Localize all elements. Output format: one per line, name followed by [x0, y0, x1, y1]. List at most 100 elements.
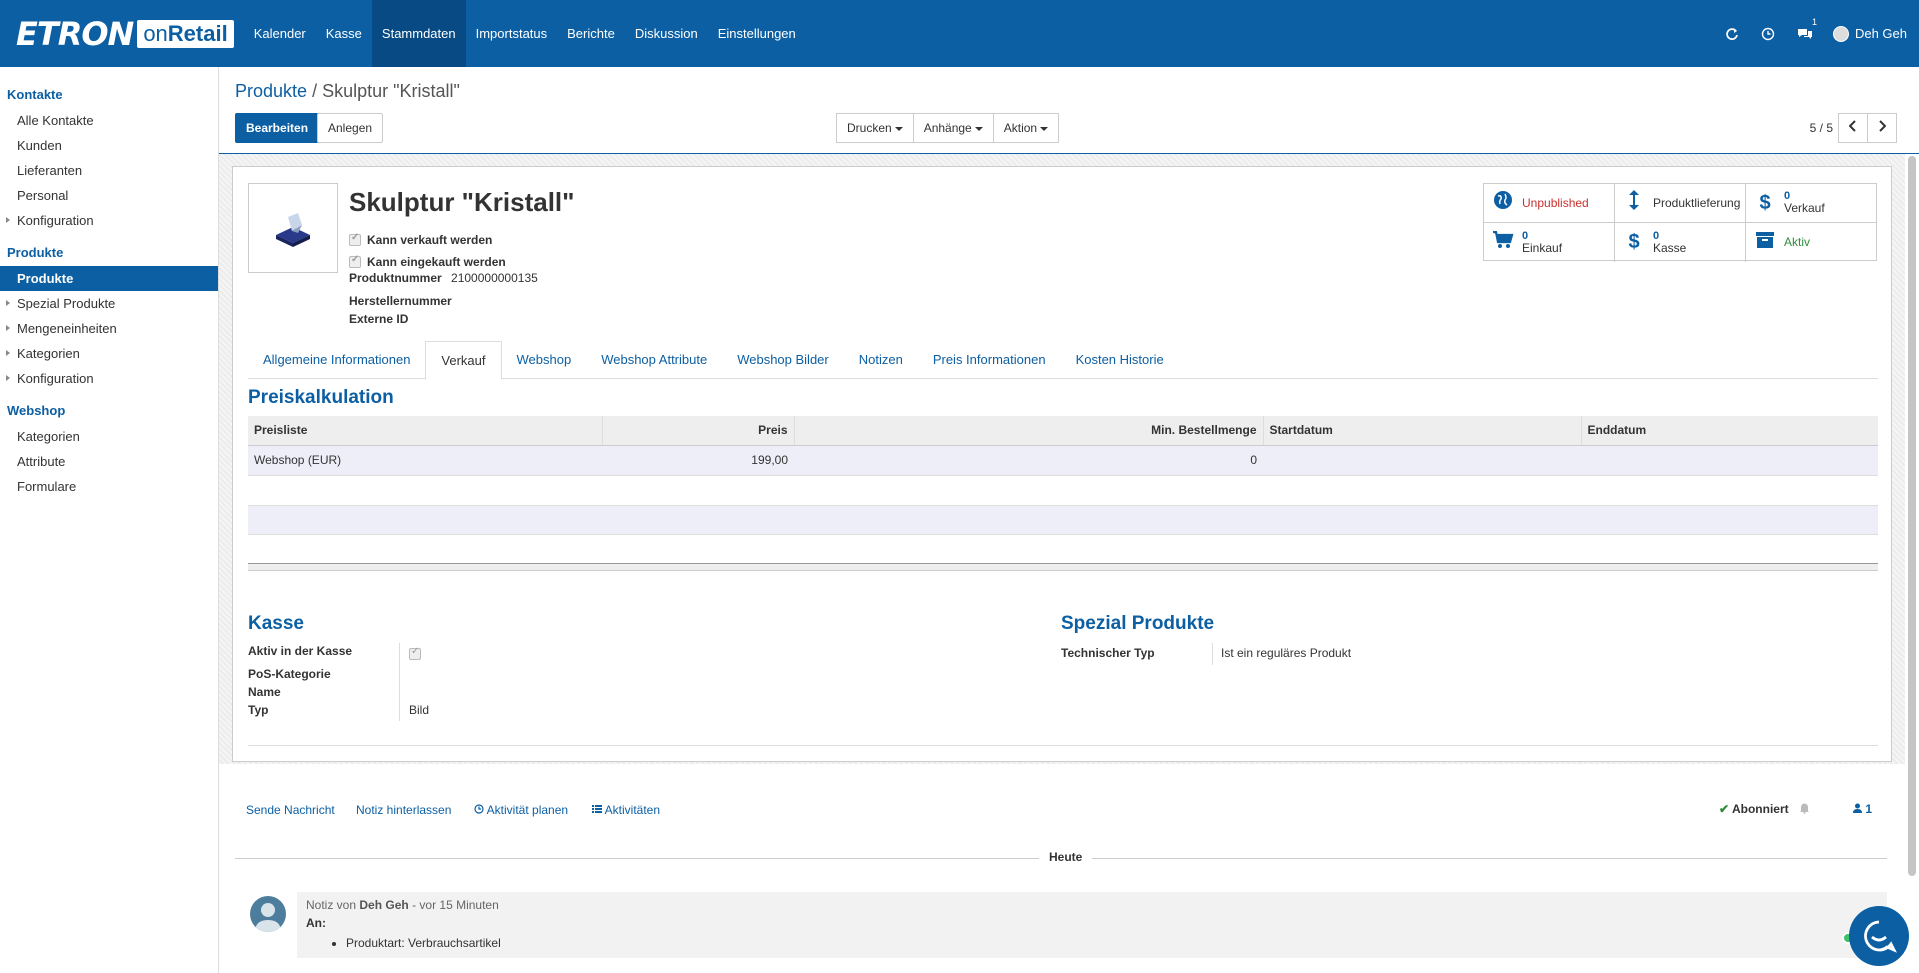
sidebar-item-kategorien[interactable]: Kategorien	[0, 341, 218, 366]
sidebar-section-kontakte[interactable]: Kontakte	[0, 81, 218, 108]
action-dropdown[interactable]: Aktion	[992, 113, 1060, 143]
empty-table-row	[248, 505, 1878, 535]
sidebar-item-webshop-kategorien[interactable]: Kategorien	[0, 424, 218, 449]
table-row[interactable]: Webshop (EUR) 199,00 0	[248, 445, 1878, 476]
sidebar-item-konfiguration-produkte[interactable]: Konfiguration	[0, 366, 218, 391]
activities-label: Aktivitäten	[604, 803, 661, 817]
unpublished-label: Unpublished	[1522, 195, 1589, 210]
refresh-icon[interactable]	[1725, 27, 1739, 41]
name-label: Name	[248, 685, 281, 699]
sidebar-item-mengeneinheiten[interactable]: Mengeneinheiten	[0, 316, 218, 341]
clock-icon[interactable]	[1761, 27, 1775, 41]
sidebar-item-alle-kontakte[interactable]: Alle Kontakte	[0, 108, 218, 133]
tab-webshop[interactable]: Webshop	[502, 341, 587, 379]
menu-importstatus[interactable]: Importstatus	[466, 0, 558, 67]
live-chat-button[interactable]	[1849, 906, 1909, 966]
active-in-pos-checkbox[interactable]	[409, 646, 421, 660]
external-id-label: Externe ID	[349, 312, 409, 326]
dollar-icon: $	[1628, 231, 1640, 253]
smart-buttons: Unpublished Produktlieferung $ 0 Verkauf …	[1483, 183, 1877, 262]
sidebar-item-attribute[interactable]: Attribute	[0, 449, 218, 474]
cell-start-date	[1263, 445, 1581, 476]
message-author[interactable]: Deh Geh	[359, 898, 408, 912]
sales-button[interactable]: $ 0 Verkauf	[1746, 184, 1877, 223]
menu-diskussion[interactable]: Diskussion	[625, 0, 708, 67]
column-header-pricelist[interactable]: Preisliste	[248, 416, 603, 446]
action-dropdowns: Drucken Anhänge Aktion	[836, 113, 1060, 143]
sidebar-item-spezial-produkte[interactable]: Spezial Produkte	[0, 291, 218, 316]
menu-berichte[interactable]: Berichte	[557, 0, 625, 67]
activities-button[interactable]: Aktivitäten	[592, 803, 660, 817]
menu-kasse[interactable]: Kasse	[316, 0, 372, 67]
pricelist-table: Preisliste Preis Min. Bestellmenge Start…	[248, 416, 1878, 476]
logo-badge: onRetail	[137, 19, 234, 48]
tab-notizen[interactable]: Notizen	[844, 341, 918, 379]
subscribed-button[interactable]: ✔ Abonniert	[1719, 802, 1789, 816]
app-logo[interactable]: ETRON onRetail	[16, 18, 234, 50]
message-meta: Notiz von Deh Geh - vor 15 Minuten	[306, 898, 1878, 912]
technical-type-label: Technischer Typ	[1061, 646, 1155, 660]
message-prefix: Notiz von	[306, 898, 357, 912]
column-header-min-qty[interactable]: Min. Bestellmenge	[794, 416, 1264, 446]
purchase-button[interactable]: 0 Einkauf	[1484, 223, 1615, 262]
user-icon	[1853, 803, 1862, 813]
column-header-start-date[interactable]: Startdatum	[1263, 416, 1582, 446]
pricing-section-title: Preiskalkulation	[248, 387, 394, 408]
edit-button[interactable]: Bearbeiten	[235, 113, 320, 143]
tab-verkauf[interactable]: Verkauf	[425, 341, 502, 380]
product-delivery-button[interactable]: Produktlieferung	[1615, 184, 1746, 223]
log-note-button[interactable]: Notiz hinterlassen	[356, 803, 451, 817]
menu-kalender[interactable]: Kalender	[244, 0, 316, 67]
can-be-sold-checkbox[interactable]	[349, 232, 361, 246]
can-be-purchased-row: Kann eingekauft werden	[349, 254, 506, 269]
chat-icon[interactable]: 1	[1797, 17, 1817, 41]
product-image[interactable]	[248, 183, 338, 273]
send-message-button[interactable]: Sende Nachricht	[246, 803, 335, 817]
menu-einstellungen[interactable]: Einstellungen	[708, 0, 806, 67]
user-menu[interactable]: Deh Geh	[1832, 25, 1907, 42]
message-author-avatar[interactable]	[250, 896, 286, 932]
print-dropdown[interactable]: Drucken	[836, 113, 914, 143]
breadcrumb-parent[interactable]: Produkte	[235, 81, 307, 101]
column-header-price[interactable]: Preis	[602, 416, 795, 446]
tab-kosten-historie[interactable]: Kosten Historie	[1061, 341, 1179, 379]
type-value: Bild	[409, 703, 430, 717]
main-menu: Kalender Kasse Stammdaten Importstatus B…	[244, 0, 806, 67]
can-be-purchased-checkbox[interactable]	[349, 254, 361, 268]
kasse-section-title: Kasse	[248, 613, 304, 634]
notification-bell-button[interactable]	[1799, 802, 1810, 817]
pager-value[interactable]: 5 / 5	[1810, 121, 1833, 135]
followers-button[interactable]: 1	[1853, 802, 1872, 816]
website-publish-button[interactable]: Unpublished	[1484, 184, 1615, 223]
column-header-end-date[interactable]: Enddatum	[1581, 416, 1878, 446]
pager-previous-button[interactable]	[1838, 113, 1868, 143]
attachments-dropdown[interactable]: Anhänge	[912, 113, 994, 143]
caret-down-icon	[1040, 126, 1049, 131]
list-icon	[592, 805, 602, 813]
sidebar-item-konfiguration-kontakte[interactable]: Konfiguration	[0, 208, 218, 233]
form-separator	[248, 745, 1878, 746]
tab-allgemeine-informationen[interactable]: Allgemeine Informationen	[248, 341, 425, 379]
chatter: Sende Nachricht Notiz hinterlassen Aktiv…	[219, 776, 1905, 973]
sidebar-section-webshop[interactable]: Webshop	[0, 397, 218, 424]
sidebar-item-lieferanten[interactable]: Lieferanten	[0, 158, 218, 183]
message-item: Notiz von Deh Geh - vor 15 Minuten An: P…	[297, 892, 1887, 958]
clock-icon	[474, 804, 484, 814]
sidebar-section-produkte[interactable]: Produkte	[0, 239, 218, 266]
scrollbar[interactable]	[1908, 156, 1916, 876]
sidebar-item-kunden[interactable]: Kunden	[0, 133, 218, 158]
schedule-activity-button[interactable]: Aktivität planen	[474, 803, 568, 817]
tab-webshop-bilder[interactable]: Webshop Bilder	[722, 341, 844, 379]
menu-stammdaten[interactable]: Stammdaten	[371, 0, 466, 67]
tab-preis-informationen[interactable]: Preis Informationen	[918, 341, 1061, 379]
sidebar-item-personal[interactable]: Personal	[0, 183, 218, 208]
pager-next-button[interactable]	[1867, 113, 1897, 143]
sidebar-item-formulare[interactable]: Formulare	[0, 474, 218, 499]
tab-webshop-attribute[interactable]: Webshop Attribute	[586, 341, 722, 379]
chevron-right-icon	[1879, 120, 1887, 132]
create-button[interactable]: Anlegen	[317, 113, 384, 143]
pos-button[interactable]: $ 0 Kasse	[1615, 223, 1746, 262]
active-toggle-button[interactable]: Aktiv	[1746, 223, 1877, 262]
can-be-sold-label: Kann verkauft werden	[367, 233, 493, 247]
sidebar-item-produkte[interactable]: Produkte	[0, 266, 218, 291]
